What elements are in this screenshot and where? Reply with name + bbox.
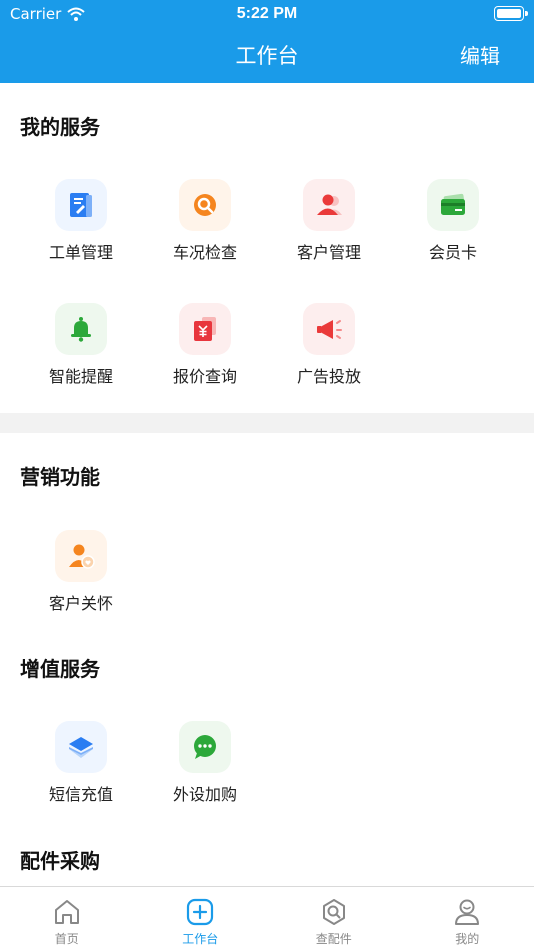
status-bar: Carrier 5:22 PM bbox=[0, 0, 534, 28]
status-time: 5:22 PM bbox=[236, 5, 298, 22]
service-car-check[interactable]: 车况检查 bbox=[143, 179, 267, 263]
section-title-marketing: 营销功能 bbox=[20, 465, 100, 489]
service-customer[interactable]: 客户管理 bbox=[267, 179, 391, 263]
edit-button[interactable]: 编辑 bbox=[460, 40, 500, 69]
service-label: 广告投放 bbox=[296, 367, 361, 386]
megaphone-icon bbox=[303, 303, 355, 355]
battery-icon bbox=[494, 6, 528, 21]
work-order-icon bbox=[55, 179, 107, 231]
service-reminder[interactable]: 智能提醒 bbox=[19, 303, 143, 387]
quote-icon bbox=[179, 303, 231, 355]
service-quote[interactable]: 报价查询 bbox=[143, 303, 267, 387]
bell-icon bbox=[55, 303, 107, 355]
service-peripheral-purchase[interactable]: 外设加购 bbox=[143, 721, 267, 805]
service-label: 报价查询 bbox=[172, 367, 237, 386]
app-header: Carrier 5:22 PM 工作台 编辑 bbox=[0, 0, 534, 83]
parts-search-icon bbox=[322, 899, 345, 925]
bottom-tab-bar: 首页 工作台 查配件 我的 bbox=[0, 886, 534, 950]
tab-profile[interactable]: 我的 bbox=[401, 887, 534, 950]
service-label: 短信充值 bbox=[48, 785, 113, 804]
service-label: 会员卡 bbox=[428, 243, 477, 262]
member-card-icon bbox=[427, 179, 479, 231]
service-label: 车况检查 bbox=[172, 243, 237, 262]
profile-icon bbox=[455, 899, 480, 925]
section-divider bbox=[0, 413, 534, 433]
section-title-parts: 配件采购 bbox=[20, 849, 100, 873]
tab-parts-search[interactable]: 查配件 bbox=[267, 887, 401, 950]
workbench-content[interactable]: 我的服务 工单管理 车况检查 客户管理 会员卡 智能提醒 报价查询 广告投放 营… bbox=[0, 83, 534, 886]
section-title-value-added: 增值服务 bbox=[20, 657, 100, 681]
tab-label: 查配件 bbox=[315, 932, 352, 946]
tab-home[interactable]: 首页 bbox=[0, 887, 134, 950]
customer-icon bbox=[303, 179, 355, 231]
service-work-order[interactable]: 工单管理 bbox=[19, 179, 143, 263]
service-label: 智能提醒 bbox=[48, 367, 113, 386]
page-title: 工作台 bbox=[235, 44, 299, 68]
service-label: 客户管理 bbox=[296, 243, 361, 262]
service-label: 客户关怀 bbox=[48, 594, 113, 613]
service-customer-care[interactable]: 客户关怀 bbox=[19, 530, 143, 614]
section-title-my-services: 我的服务 bbox=[20, 115, 100, 139]
service-sms-recharge[interactable]: 短信充值 bbox=[19, 721, 143, 805]
tab-label: 我的 bbox=[455, 932, 480, 946]
car-check-icon bbox=[179, 179, 231, 231]
home-icon bbox=[54, 900, 79, 924]
chat-icon bbox=[179, 721, 231, 773]
tab-label: 首页 bbox=[54, 932, 79, 946]
service-label: 外设加购 bbox=[172, 785, 237, 804]
tab-label: 工作台 bbox=[182, 932, 219, 946]
sms-recharge-icon bbox=[55, 721, 107, 773]
plus-square-icon bbox=[187, 898, 214, 926]
service-ads[interactable]: 广告投放 bbox=[267, 303, 391, 387]
customer-care-icon bbox=[55, 530, 107, 582]
service-member-card[interactable]: 会员卡 bbox=[391, 179, 515, 263]
tab-workbench[interactable]: 工作台 bbox=[134, 887, 268, 950]
service-label: 工单管理 bbox=[48, 243, 113, 262]
